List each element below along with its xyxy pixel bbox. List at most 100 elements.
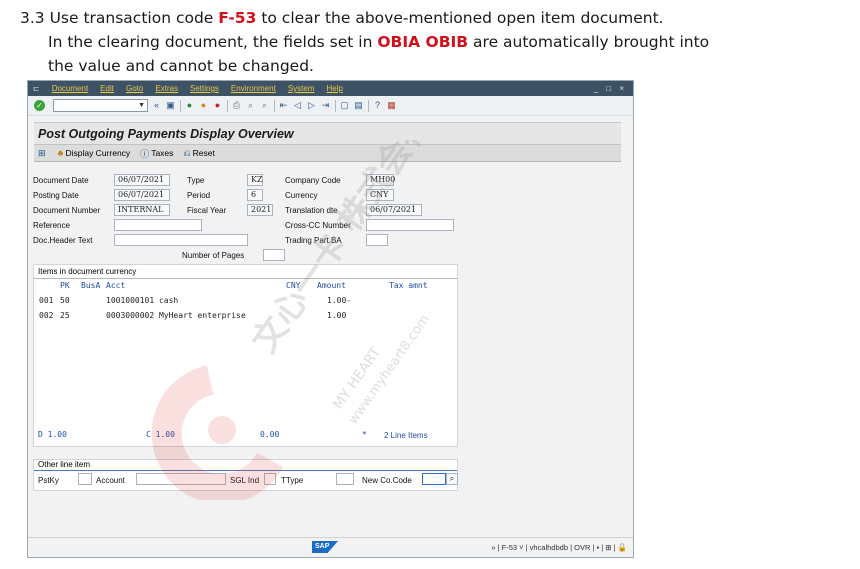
display-currency-button[interactable]: ♣ Display Currency <box>58 148 131 158</box>
taxes-button[interactable]: ⓘ Taxes <box>140 147 173 160</box>
info-icon: ⓘ <box>140 148 150 159</box>
menu-help[interactable]: Help <box>326 84 342 93</box>
instruction-line-1: 3.3 Use transaction code F-53 to clear t… <box>20 6 709 30</box>
system-info[interactable]: » | F-53 ˅ | vhcalhdbdb | OVR | ▪ | ⊞ | … <box>491 543 627 552</box>
doc-header-text-label: Doc.Header Text <box>33 236 93 245</box>
search-help-icon[interactable]: ⌕ <box>446 473 458 485</box>
last-page-icon[interactable]: ⇥ <box>320 100 331 111</box>
translation-date-field[interactable]: 06/07/2021 <box>366 204 422 216</box>
row-amount: 1.00 <box>327 311 347 320</box>
company-code-field[interactable]: MH00 <box>366 174 395 186</box>
menu-extras[interactable]: Extras <box>155 84 178 93</box>
row-account: 1001000101 cash <box>106 296 179 305</box>
col-tax-amount: Tax amnt <box>389 281 428 290</box>
number-of-pages-label: Number of Pages <box>182 251 245 260</box>
previous-page-icon[interactable]: ◁ <box>292 100 303 111</box>
document-date-label: Document Date <box>33 176 89 185</box>
new-company-code-field[interactable] <box>422 473 446 485</box>
posting-date-field[interactable]: 06/07/2021 <box>114 189 170 201</box>
window-controls[interactable]: _ □ × <box>594 84 627 93</box>
fiscal-year-label: Fiscal Year <box>187 206 227 215</box>
instruction-suffix: to clear the above-mentioned open item d… <box>256 9 664 27</box>
toolbar-separator <box>227 99 228 112</box>
menu-settings[interactable]: Settings <box>190 84 219 93</box>
display-currency-label: Display Currency <box>65 148 131 158</box>
save-icon[interactable]: ▣ <box>165 100 176 111</box>
items-divider <box>34 278 457 279</box>
sgl-ind-field[interactable] <box>264 473 276 485</box>
instruction-prefix: 3.3 Use transaction code <box>20 9 219 27</box>
instruction-prefix-2: In the clearing document, the fields set… <box>48 33 378 51</box>
page-title: Post Outgoing Payments Display Overview <box>38 127 294 141</box>
reference-field[interactable] <box>114 219 202 231</box>
overview-icon: ⊞ <box>38 147 46 158</box>
row-account: 0003000002 MyHeart enterprise <box>106 311 246 320</box>
find-next-icon[interactable]: ⌕ <box>259 100 270 111</box>
toolbar-separator <box>335 99 336 112</box>
trading-part-ba-field[interactable] <box>366 234 388 246</box>
menu-goto[interactable]: Goto <box>126 84 143 93</box>
total-debit: D 1.00 <box>38 430 67 439</box>
toolbar-separator <box>274 99 275 112</box>
menu-document[interactable]: Document <box>52 84 88 93</box>
sap-window: ⊏ Document Edit Goto Extras Settings Env… <box>27 80 634 558</box>
reset-icon: ⎌ <box>183 147 191 158</box>
number-of-pages-field[interactable] <box>263 249 285 261</box>
command-field[interactable]: ▼ <box>53 99 148 112</box>
toolbar-separator <box>180 99 181 112</box>
chevron-down-icon[interactable]: ▼ <box>138 100 145 112</box>
balance-indicator: * <box>362 430 367 439</box>
col-pk: PK <box>60 281 70 290</box>
document-date-field[interactable]: 06/07/2021 <box>114 174 170 186</box>
row-number: 001 <box>39 296 54 305</box>
period-field[interactable]: 6 <box>247 189 263 201</box>
print-icon[interactable]: ⎙ <box>231 100 242 111</box>
find-icon[interactable]: ⌕ <box>245 100 256 111</box>
cancel-icon[interactable]: ● <box>212 100 223 111</box>
menu-system[interactable]: System <box>288 84 315 93</box>
doc-header-text-field[interactable] <box>114 234 248 246</box>
first-page-icon[interactable]: ⇤ <box>278 100 289 111</box>
type-label: Type <box>187 176 205 185</box>
row-posting-key: 25 <box>60 311 70 320</box>
menu-edit[interactable]: Edit <box>100 84 114 93</box>
fiscal-year-field[interactable]: 2021 <box>247 204 273 216</box>
back-icon[interactable]: ● <box>184 100 195 111</box>
account-field[interactable] <box>136 473 226 485</box>
reset-label: Reset <box>192 148 215 158</box>
instruction-text: 3.3 Use transaction code F-53 to clear t… <box>20 6 709 78</box>
sgl-ind-label: SGL Ind <box>230 476 260 485</box>
exit-icon[interactable]: ● <box>198 100 209 111</box>
application-toolbar: ⊞ ♣ Display Currency ⓘ Taxes ⎌ Reset <box>34 144 621 162</box>
row-posting-key: 50 <box>60 296 70 305</box>
shortcut-icon[interactable]: ▤ <box>353 100 364 111</box>
transaction-type-field[interactable] <box>336 473 354 485</box>
reset-button[interactable]: ⎌ Reset <box>183 148 214 159</box>
transaction-code-highlight: F-53 <box>218 9 257 27</box>
next-page-icon[interactable]: ▷ <box>306 100 317 111</box>
toolbar-separator <box>368 99 369 112</box>
col-amount: Amount <box>317 281 346 290</box>
cross-cc-number-label: Cross-CC Number <box>285 221 351 230</box>
document-type-field[interactable]: KZ <box>247 174 263 186</box>
document-number-field[interactable]: INTERNAL <box>114 204 170 216</box>
help-icon[interactable]: ? <box>372 100 383 111</box>
currency-field[interactable]: CNY <box>366 189 394 201</box>
posting-key-field[interactable] <box>78 473 92 485</box>
items-in-document-currency: Items in document currency PK BusA Acct … <box>33 264 458 447</box>
currency-icon: ♣ <box>57 148 64 158</box>
row-number: 002 <box>39 311 54 320</box>
translation-date-label: Translation dte <box>285 206 338 215</box>
trading-part-ba-label: Trading Part.BA <box>285 236 342 245</box>
menu-environment[interactable]: Environment <box>231 84 276 93</box>
system-menu-icon[interactable]: ⊏ <box>33 84 40 93</box>
overview-button[interactable]: ⊞ <box>38 148 48 159</box>
other-line-item-title: Other line item <box>38 460 91 469</box>
taxes-label: Taxes <box>151 148 174 158</box>
customize-layout-icon[interactable]: ▦ <box>386 100 397 111</box>
enter-check-icon[interactable]: ✓ <box>34 100 45 111</box>
double-chevron-left-icon[interactable]: « <box>151 100 162 111</box>
new-session-icon[interactable]: ▢ <box>339 100 350 111</box>
cross-cc-number-field[interactable] <box>366 219 454 231</box>
new-company-code-label: New Co.Code <box>362 476 412 485</box>
